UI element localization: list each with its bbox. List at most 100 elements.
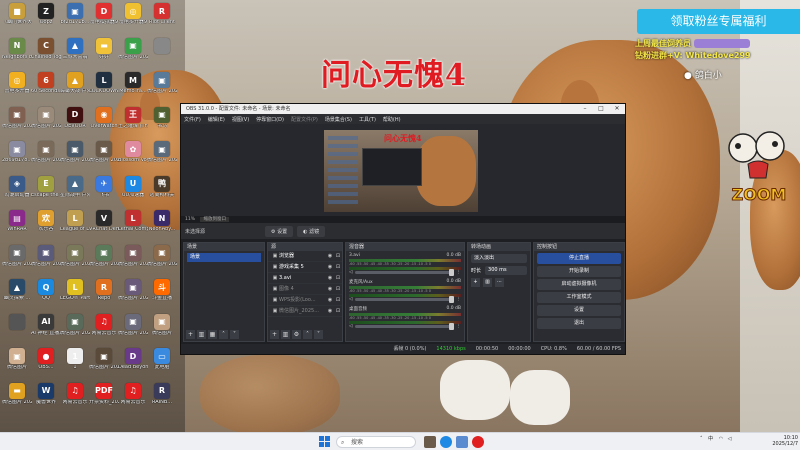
desktop-icon[interactable]: 王王之璀璨 (The King... (118, 106, 148, 139)
desktop-icon[interactable]: Z Oopz (31, 3, 61, 35)
menu-help[interactable]: 帮助(H) (383, 116, 401, 123)
desktop-icon[interactable]: ✈ 飞书 (89, 175, 119, 208)
source-up-icon[interactable]: ˄ (303, 330, 312, 339)
add-icon[interactable]: + (186, 330, 195, 339)
desktop-icon[interactable]: ◉ Overwatch (89, 106, 119, 139)
desktop-icon[interactable]: ▤ WinRAR (2, 210, 32, 242)
desktop-icon[interactable]: W 魔兽世界 (31, 382, 61, 415)
more-icon[interactable]: ⋮ (457, 324, 462, 329)
desktop-icon[interactable]: ♫ 网易云音乐 (89, 313, 119, 346)
studio-mode-button[interactable]: 工作室模式 (537, 292, 621, 303)
menu-view[interactable]: 视图(V) (232, 116, 249, 123)
desktop-icon[interactable]: ▣微信图片 2025091... (118, 244, 148, 277)
desktop-icon[interactable]: ▣ 书马 (147, 106, 177, 139)
desktop-icon[interactable]: L LEGO® Party (60, 279, 90, 311)
taskbar-search[interactable]: ⌕ 搜索 (336, 436, 416, 448)
source-row[interactable]: ▣ 微信图片_2025... ◉ ⊡ (268, 306, 342, 317)
config-icon[interactable]: ▦ (208, 330, 217, 339)
close-icon[interactable]: ✕ (609, 104, 625, 114)
obs-titlebar[interactable]: OBS 31.0.0 - 配置文件: 未命名 - 场景: 未命名 – □ ✕ (181, 104, 625, 114)
desktop-icon[interactable]: R RAINB... (147, 382, 177, 415)
menu-edit[interactable]: 编辑(E) (208, 116, 225, 123)
menu-file[interactable]: 文件(F) (184, 116, 201, 123)
desktop-icon[interactable]: ▣ 2b69d178... (2, 141, 32, 173)
source-down-icon[interactable]: ˅ (314, 330, 323, 339)
start-recording-button[interactable]: 开始录制 (537, 266, 621, 277)
desktop-icon[interactable]: ▲ 幽灵探索 ... (2, 279, 32, 311)
desktop-icon[interactable]: LLethal Company (118, 210, 148, 242)
desktop-icon[interactable]: ▣ 微信图片 (2, 348, 32, 380)
desktop-icon[interactable]: ✿Blossom Voyage (118, 141, 148, 173)
taskbar-app-explorer[interactable] (456, 436, 468, 448)
desktop-icon[interactable]: 11 (60, 348, 90, 380)
speaker-icon[interactable]: ◁ (349, 270, 352, 275)
desktop-icon[interactable]: EEscape the Backrooms (31, 175, 61, 208)
source-row[interactable]: ▣ 游戏采集 5 ◉ ⊡ (268, 262, 342, 273)
desktop-icon[interactable]: R Repo (89, 279, 119, 311)
desktop-icon[interactable]: Q QQ (31, 279, 61, 311)
eye-icon[interactable]: ◉ (326, 251, 334, 262)
lock-icon[interactable]: ⊡ (334, 295, 342, 306)
desktop-icon[interactable]: AIAI 神经 直播之谜 (31, 313, 61, 346)
menu-docks[interactable]: 停靠窗口(D) (256, 116, 284, 123)
lock-icon[interactable]: ⊡ (334, 262, 342, 273)
taskbar-app-wallpaper[interactable] (424, 436, 436, 448)
start-virtual-camera-button[interactable]: 启动虚拟摄像机 (537, 279, 621, 290)
system-tray[interactable]: ˄ 中 ◠ ◁ (700, 435, 732, 442)
preview-canvas[interactable]: 问心无愧4 (324, 130, 478, 212)
lock-icon[interactable]: ⊡ (334, 273, 342, 284)
scene-item[interactable]: 场景 (187, 253, 261, 262)
eye-icon[interactable]: ◉ (326, 273, 334, 284)
desktop-icon[interactable]: ▣微信图片 2025091... (118, 313, 148, 346)
settings-button[interactable]: 设置 (537, 305, 621, 316)
desktop-icon[interactable]: 鸭逃离鸭科夫 (147, 175, 177, 208)
taskbar-clock[interactable]: 10:10 2025/12/7 (760, 435, 798, 447)
desktop-icon[interactable]: ▣微信图片 2025091... (147, 141, 177, 173)
desktop-icon[interactable]: ▣ bf2d171b... (60, 3, 90, 35)
speaker-icon[interactable]: ◁ (349, 297, 352, 302)
desktop-icon[interactable]: 欢欢乐谷 (31, 210, 61, 242)
desktop-icon[interactable]: R Riot Client (147, 3, 177, 35)
add-source-icon[interactable]: + (270, 330, 279, 339)
eye-icon[interactable]: ◉ (326, 284, 334, 295)
desktop-icon[interactable]: ■《幽门世界大战 特... (2, 3, 32, 35)
desktop-icon[interactable]: ▣微信图片 2025091... (147, 72, 177, 104)
trash-transition-icon[interactable]: ▥ (483, 278, 492, 287)
taskbar-app-obs[interactable] (472, 436, 484, 448)
taskbar-app-edge[interactable] (440, 436, 452, 448)
lock-icon[interactable]: ⊡ (334, 284, 342, 295)
desktop-icon[interactable]: ▣微信图片 2025091... (2, 106, 32, 139)
desktop-icon[interactable]: ♫ 网易云音乐 (60, 382, 90, 415)
preview-zoom-bar[interactable]: 11% 缩放到窗口 (181, 216, 625, 223)
fan-benefit-banner[interactable]: 领取粉丝专属福利 (637, 9, 800, 34)
chevron-up-icon[interactable]: ˄ (219, 330, 228, 339)
source-row[interactable]: ▣ 3.avi ◉ ⊡ (268, 273, 342, 284)
desktop-icon[interactable]: D 雷电模拟器9 (89, 3, 119, 35)
trash-icon[interactable]: ▥ (197, 330, 206, 339)
desktop-icon[interactable]: ▣微信图片 2025091... (31, 244, 61, 277)
eye-icon[interactable]: ◉ (326, 306, 334, 317)
desktop-icon[interactable]: ▣微信图片 2025091... (31, 106, 61, 139)
desktop-icon[interactable]: DDead Beyon... (118, 348, 148, 380)
properties-button[interactable]: ⚙ 设置 (265, 225, 294, 237)
desktop-icon[interactable]: ▣微信图片 2025-08-... (118, 37, 148, 70)
desktop-icon[interactable]: ▣微信图片 2025073... (60, 141, 90, 173)
desktop-icon[interactable]: LLeague of Legends (60, 210, 90, 242)
volume-slider[interactable] (355, 323, 454, 330)
menu-tools[interactable]: 工具(T) (359, 116, 376, 123)
desktop-icon[interactable]: ▭ 此电脑 (147, 348, 177, 380)
filters-button[interactable]: ◐ 滤镜 (297, 225, 326, 237)
eye-icon[interactable]: ◉ (326, 262, 334, 273)
maximize-icon[interactable]: □ (593, 104, 609, 114)
desktop-icon[interactable]: NNeighbors back Fro... (2, 37, 32, 70)
desktop-icon[interactable]: ▲ 三城大富翁 (60, 37, 90, 70)
desktop-icon[interactable]: 660 Seconds! Reatomized (31, 72, 61, 104)
desktop-icon[interactable] (147, 37, 177, 70)
desktop-icon[interactable]: M MemoTra... (118, 72, 148, 104)
desktop-icon[interactable]: ◈ 鸣潮启动器 (2, 175, 32, 208)
desktop-icon[interactable]: ▣微信图片 2025091... (31, 141, 61, 173)
source-row[interactable]: ▣ 浏览器 ◉ ⊡ (268, 251, 342, 262)
volume-slider[interactable] (355, 269, 454, 276)
add-transition-icon[interactable]: + (471, 278, 480, 287)
exit-button[interactable]: 退出 (537, 318, 621, 329)
